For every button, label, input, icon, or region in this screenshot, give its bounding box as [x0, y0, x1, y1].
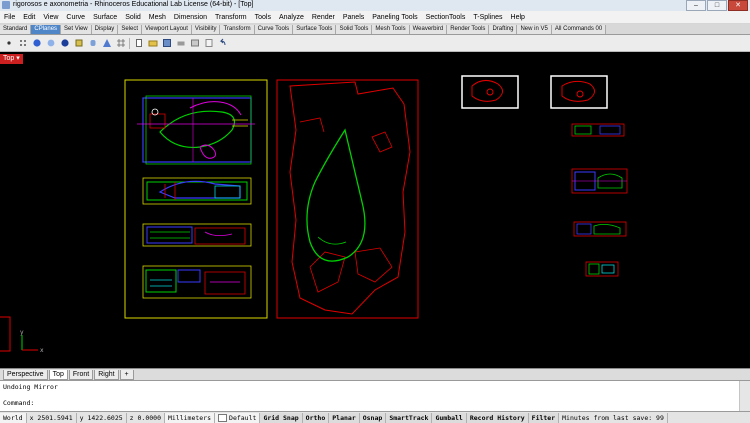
cplane-indicator[interactable]: World — [0, 412, 27, 423]
viewport-tab-top[interactable]: Top — [48, 369, 68, 380]
toolbar-tab-new-in-v5[interactable]: New in V5 — [517, 25, 552, 34]
menu-file[interactable]: File — [0, 14, 19, 21]
command-history: Undoing Mirror — [3, 383, 58, 391]
z-coordinate: z 0.0000 — [127, 412, 165, 423]
open-folder-icon[interactable] — [147, 38, 158, 49]
menu-surface[interactable]: Surface — [89, 14, 121, 21]
menu-tools[interactable]: Tools — [251, 14, 275, 21]
svg-text:y: y — [20, 329, 24, 336]
toolbar-tab-curve-tools[interactable]: Curve Tools — [254, 25, 294, 34]
sphere-icon[interactable] — [31, 38, 42, 49]
tool-icon-bar — [0, 35, 750, 52]
menu-analyze[interactable]: Analyze — [275, 14, 308, 21]
properties-icon[interactable] — [203, 38, 214, 49]
print-icon[interactable] — [175, 38, 186, 49]
toolbar-tab-surface-tools[interactable]: Surface Tools — [293, 25, 337, 34]
current-layer[interactable]: Default — [215, 412, 261, 423]
layer-color-swatch — [218, 413, 228, 422]
filter-toggle[interactable]: Filter — [528, 412, 560, 423]
osnap-toggle[interactable]: Osnap — [359, 412, 387, 423]
toolbar-tab-drafting[interactable]: Drafting — [489, 25, 518, 34]
grid-snap-toggle[interactable]: Grid Snap — [260, 412, 303, 423]
menu-paneling-tools[interactable]: Paneling Tools — [368, 14, 421, 21]
viewport-menu-dropdown-icon[interactable]: ▾ — [16, 54, 20, 64]
viewport-title-tab[interactable]: Top ▾ — [0, 54, 23, 64]
units-indicator[interactable]: Millimeters — [164, 412, 216, 423]
box-icon[interactable] — [73, 38, 84, 49]
viewport-tab-front[interactable]: Front — [68, 369, 94, 380]
menu-render[interactable]: Render — [308, 14, 339, 21]
gumball-toggle[interactable]: Gumball — [432, 412, 467, 423]
planar-toggle[interactable]: Planar — [329, 412, 360, 423]
toolbar-tab-select[interactable]: Select — [118, 25, 142, 34]
layer-icon[interactable] — [189, 38, 200, 49]
menu-solid[interactable]: Solid — [121, 14, 145, 21]
toolbar-tab-cplanes[interactable]: CPlanes — [31, 25, 62, 34]
toolbar-tab-display[interactable]: Display — [91, 25, 119, 34]
status-bar: World x 2501.5941 y 1422.6025 z 0.0000 M… — [0, 411, 750, 423]
record-history-toggle[interactable]: Record History — [466, 412, 529, 423]
ortho-toggle[interactable]: Ortho — [302, 412, 330, 423]
menu-edit[interactable]: Edit — [19, 14, 39, 21]
toolbar-tab-transform[interactable]: Transform — [220, 25, 255, 34]
cone-icon[interactable] — [101, 38, 112, 49]
viewport-tab-right[interactable]: Right — [94, 369, 119, 380]
toolbar-tab-all-commands[interactable]: All Commands 00 — [551, 25, 607, 34]
toolbar-tab-render-tools[interactable]: Render Tools — [447, 25, 490, 34]
toolbar-tab-set-view[interactable]: Set View — [61, 25, 92, 34]
menu-curve[interactable]: Curve — [62, 14, 89, 21]
minimize-button[interactable]: – — [686, 0, 706, 11]
grid-icon[interactable] — [115, 38, 126, 49]
menu-mesh[interactable]: Mesh — [145, 14, 170, 21]
maximize-button[interactable]: □ — [707, 0, 727, 11]
window-title: rigorosos e axonometria - Rhinoceros Edu… — [13, 1, 254, 8]
svg-text:x: x — [40, 347, 44, 354]
cylinder-icon[interactable] — [87, 38, 98, 49]
command-input[interactable] — [38, 398, 738, 407]
solid-sphere-icon[interactable] — [59, 38, 70, 49]
menu-help[interactable]: Help — [507, 14, 529, 21]
viewport-name: Top — [3, 55, 15, 62]
menu-bar: File Edit View Curve Surface Solid Mesh … — [0, 11, 750, 24]
menu-section-tools[interactable]: SectionTools — [422, 14, 470, 21]
command-area: Undoing Mirror Command: — [0, 380, 750, 411]
menu-t-splines[interactable]: T-Splines — [469, 14, 506, 21]
command-history-scrollbar[interactable] — [739, 381, 750, 411]
menu-view[interactable]: View — [39, 14, 62, 21]
add-viewport-tab-button[interactable]: + — [119, 369, 134, 380]
toolbar-tab-viewport-layout[interactable]: Viewport Layout — [142, 25, 192, 34]
toolbar-separator — [129, 37, 130, 49]
save-icon[interactable] — [161, 38, 172, 49]
y-coordinate: y 1422.6025 — [77, 412, 127, 423]
x-coordinate: x 2501.5941 — [27, 412, 77, 423]
menu-transform[interactable]: Transform — [211, 14, 251, 21]
toolbar-tab-weaverbird[interactable]: Weaverbird — [409, 25, 448, 34]
last-save-status: Minutes from last save: 99 — [559, 412, 668, 423]
close-button[interactable]: ✕ — [728, 0, 748, 11]
menu-dimension[interactable]: Dimension — [170, 14, 211, 21]
toolbar-tab-bar: Standard CPlanes Set View Display Select… — [0, 24, 750, 35]
point-icon[interactable] — [3, 38, 14, 49]
window-controls: – □ ✕ — [686, 0, 748, 11]
viewport-tab-perspective[interactable]: Perspective — [3, 369, 48, 380]
layer-name: Default — [229, 413, 257, 422]
toolbar-tab-mesh-tools[interactable]: Mesh Tools — [372, 25, 410, 34]
viewport-tabs: Perspective Top Front Right + — [0, 368, 750, 380]
grid-points-icon[interactable] — [17, 38, 28, 49]
rhino-app-icon — [2, 1, 10, 9]
toolbar-tab-standard[interactable]: Standard — [0, 25, 32, 34]
top-viewport[interactable]: y x — [0, 52, 750, 367]
new-file-icon[interactable] — [133, 38, 144, 49]
menu-panels[interactable]: Panels — [339, 14, 368, 21]
toolbar-tab-solid-tools[interactable]: Solid Tools — [336, 25, 373, 34]
smarttrack-toggle[interactable]: SmartTrack — [386, 412, 433, 423]
command-prompt-label: Command: — [3, 399, 35, 407]
undo-icon[interactable] — [217, 38, 228, 49]
light-sphere-icon[interactable] — [45, 38, 56, 49]
toolbar-tab-visibility[interactable]: Visibility — [191, 25, 221, 34]
